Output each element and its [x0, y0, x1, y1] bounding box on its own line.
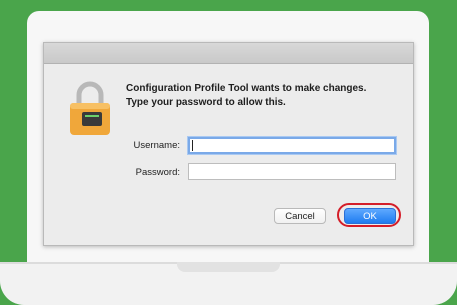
- authentication-dialog: Configuration Profile Tool wants to make…: [43, 42, 414, 246]
- username-field[interactable]: [188, 137, 396, 154]
- lock-icon: [70, 81, 110, 135]
- text-cursor: [192, 140, 193, 151]
- laptop-notch: [177, 262, 280, 272]
- message-line-1: Configuration Profile Tool wants to make…: [126, 83, 367, 94]
- username-label: Username:: [133, 140, 180, 151]
- dialog-titlebar: [44, 43, 413, 64]
- dialog-message: Configuration Profile Tool wants to make…: [126, 82, 406, 110]
- password-field[interactable]: [188, 163, 396, 180]
- cancel-button[interactable]: Cancel: [274, 208, 326, 224]
- password-label: Password:: [135, 167, 180, 178]
- ok-button[interactable]: OK: [344, 208, 396, 224]
- message-line-2: Type your password to allow this.: [126, 97, 286, 108]
